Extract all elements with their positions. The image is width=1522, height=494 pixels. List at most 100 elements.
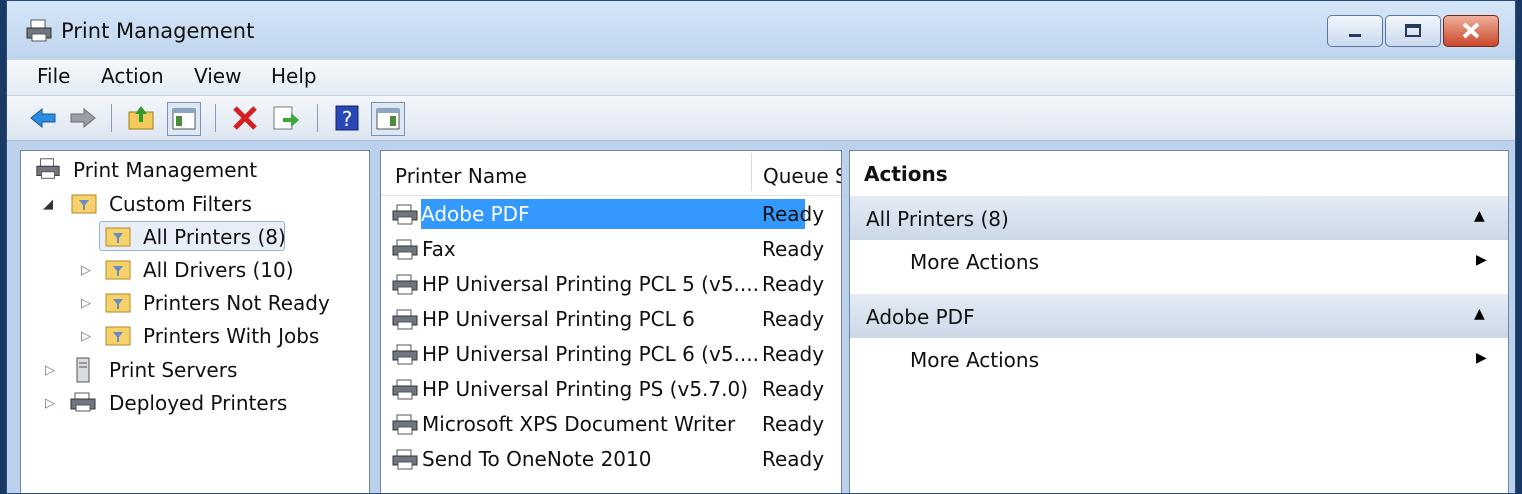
- actions-title: Actions: [864, 162, 948, 186]
- printer-icon: [392, 309, 418, 330]
- filter-folder-icon: [71, 194, 97, 214]
- help-icon[interactable]: ?: [331, 102, 363, 134]
- export-list-icon[interactable]: [269, 102, 301, 134]
- delete-icon[interactable]: [229, 102, 261, 134]
- action-item-label: More Actions: [910, 348, 1039, 372]
- queue-status: Ready: [762, 237, 825, 261]
- filter-folder-icon: [105, 227, 131, 247]
- more-actions-item[interactable]: More Actions ▶: [850, 337, 1508, 381]
- collapse-up-icon[interactable]: ▲: [1474, 306, 1485, 322]
- maximize-button[interactable]: [1385, 15, 1441, 47]
- tree-node-label: Custom Filters: [109, 192, 252, 216]
- table-row[interactable]: Microsoft XPS Document Writer Ready: [381, 407, 841, 442]
- table-row[interactable]: Fax Ready: [381, 232, 841, 267]
- printer-icon: [26, 19, 52, 42]
- expand-icon[interactable]: ▷: [81, 263, 91, 278]
- printer-name: Adobe PDF: [421, 199, 805, 229]
- tree-node-label: Printers Not Ready: [143, 291, 330, 315]
- actions-pane: Actions All Printers (8) ▲ More Actions …: [849, 150, 1509, 493]
- queue-status: Ready: [762, 202, 825, 226]
- maximize-icon: [1405, 24, 1421, 37]
- minimize-button[interactable]: [1327, 15, 1383, 47]
- printer-name: Microsoft XPS Document Writer: [422, 412, 736, 436]
- up-folder-icon[interactable]: [125, 102, 157, 134]
- svg-text:?: ?: [342, 107, 353, 131]
- printer-icon: [392, 379, 418, 400]
- actions-header: Actions: [850, 151, 1508, 196]
- printer-name: HP Universal Printing PCL 5 (v5....: [422, 272, 759, 296]
- window-title: Print Management: [61, 19, 255, 43]
- menu-view[interactable]: View: [194, 64, 241, 88]
- toolbar: ?: [7, 95, 1515, 141]
- printer-name: HP Universal Printing PCL 6 (v5....: [422, 342, 759, 366]
- action-group-label: Adobe PDF: [866, 305, 975, 329]
- title-bar[interactable]: Print Management: [7, 1, 1515, 59]
- submenu-arrow-icon: ▶: [1476, 252, 1487, 268]
- filter-folder-icon: [105, 260, 131, 280]
- more-actions-item[interactable]: More Actions ▶: [850, 239, 1508, 283]
- expand-icon[interactable]: ▷: [81, 329, 91, 344]
- show-hide-action-pane-icon[interactable]: [371, 102, 405, 136]
- table-row[interactable]: Send To OneNote 2010 Ready: [381, 442, 841, 477]
- action-item-label: More Actions: [910, 250, 1039, 274]
- filter-folder-icon: [105, 326, 131, 346]
- queue-status: Ready: [762, 272, 825, 296]
- column-header-queue-status[interactable]: Queue S: [763, 164, 841, 188]
- queue-status: Ready: [762, 307, 825, 331]
- table-row[interactable]: Adobe PDF Ready: [381, 197, 841, 232]
- show-hide-tree-icon[interactable]: [167, 102, 201, 136]
- printer-icon: [392, 414, 418, 435]
- menu-action[interactable]: Action: [101, 64, 164, 88]
- tree-node-label: All Printers (8): [143, 225, 286, 249]
- tree-node-label: Printers With Jobs: [143, 324, 320, 348]
- print-management-window: Print Management File Action View Help ?: [6, 0, 1516, 494]
- back-icon[interactable]: [27, 102, 59, 134]
- toolbar-separator: [111, 104, 112, 132]
- table-row[interactable]: HP Universal Printing PCL 6 Ready: [381, 302, 841, 337]
- action-group-all-printers[interactable]: All Printers (8) ▲: [850, 195, 1508, 240]
- menu-help[interactable]: Help: [271, 64, 317, 88]
- submenu-arrow-icon: ▶: [1476, 350, 1487, 366]
- filter-folder-icon: [105, 293, 131, 313]
- queue-status: Ready: [762, 342, 825, 366]
- toolbar-separator: [215, 104, 216, 132]
- menu-file[interactable]: File: [37, 64, 70, 88]
- forward-icon[interactable]: [67, 102, 99, 134]
- queue-status: Ready: [762, 377, 825, 401]
- column-divider[interactable]: [751, 153, 752, 191]
- server-icon: [76, 357, 90, 383]
- printer-icon: [392, 204, 418, 225]
- printer-icon: [392, 449, 418, 470]
- queue-status: Ready: [762, 412, 825, 436]
- queue-status: Ready: [762, 447, 825, 471]
- expand-icon[interactable]: ▷: [45, 396, 55, 411]
- printer-name: HP Universal Printing PCL 6: [422, 307, 695, 331]
- toolbar-separator: [317, 104, 318, 132]
- collapse-icon[interactable]: ◢: [43, 197, 53, 212]
- column-header-printer-name[interactable]: Printer Name: [395, 164, 527, 188]
- minimize-icon: [1349, 34, 1361, 37]
- expand-icon[interactable]: ▷: [81, 296, 91, 311]
- expand-icon[interactable]: ▷: [45, 363, 55, 378]
- printer-name: HP Universal Printing PS (v5.7.0): [422, 377, 749, 401]
- printer-icon: [36, 158, 60, 179]
- list-header: Printer Name Queue S: [381, 151, 841, 196]
- printer-list: Printer Name Queue S Adobe PDF Ready Fax…: [380, 150, 842, 493]
- printer-name: Send To OneNote 2010: [422, 447, 652, 471]
- printer-name: Fax: [422, 237, 456, 261]
- printer-icon: [392, 239, 418, 260]
- table-row[interactable]: HP Universal Printing PCL 6 (v5.... Read…: [381, 337, 841, 372]
- tree-node-label: Print Management: [73, 158, 258, 182]
- table-row[interactable]: HP Universal Printing PCL 5 (v5.... Read…: [381, 267, 841, 302]
- tree-node-label: Print Servers: [109, 358, 238, 382]
- close-icon: [1462, 22, 1480, 39]
- table-row[interactable]: HP Universal Printing PS (v5.7.0) Ready: [381, 372, 841, 407]
- action-group-adobe-pdf[interactable]: Adobe PDF ▲: [850, 293, 1508, 338]
- navigation-tree: Print Management ◢ Custom Filters All Pr…: [20, 150, 370, 493]
- tree-node-label: All Drivers (10): [143, 258, 294, 282]
- printer-icon: [392, 344, 418, 365]
- close-button[interactable]: [1443, 15, 1499, 47]
- printer-icon: [392, 274, 418, 295]
- collapse-up-icon[interactable]: ▲: [1474, 208, 1485, 224]
- menu-bar: File Action View Help: [7, 59, 1515, 96]
